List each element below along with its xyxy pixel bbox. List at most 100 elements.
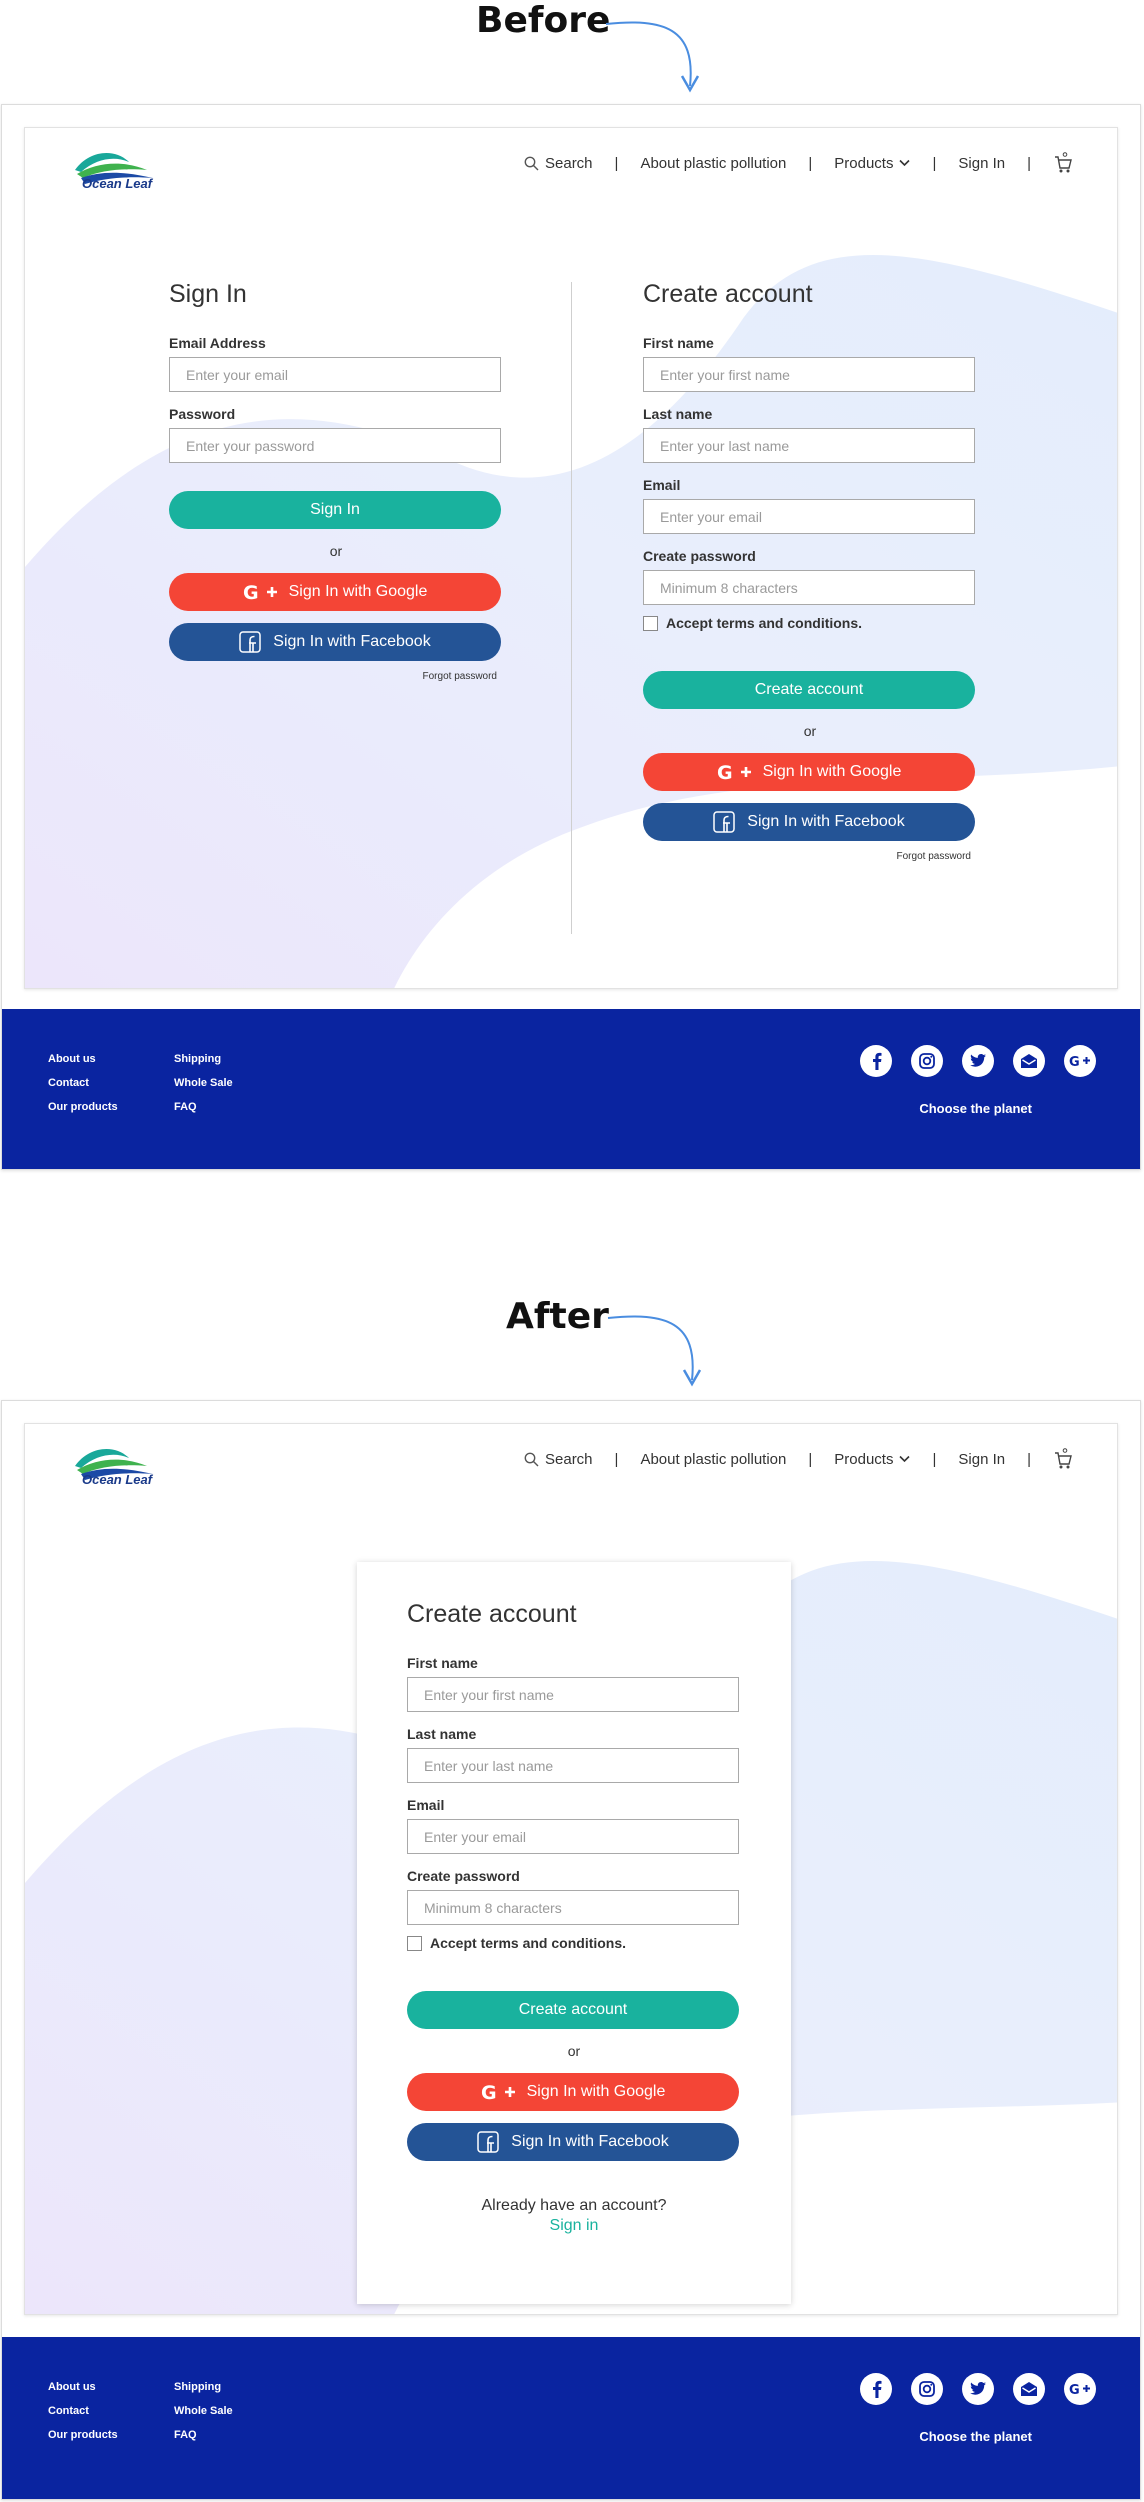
cart-icon xyxy=(1055,1448,1072,1469)
social-links: G xyxy=(860,1045,1096,1077)
terms-row: Accept terms and conditions. xyxy=(407,1935,741,1951)
instagram-icon[interactable] xyxy=(911,1045,943,1077)
or-text: or xyxy=(567,2043,581,2059)
footer-link-about[interactable]: About us xyxy=(48,2375,118,2399)
before-frame: Ocean Leaf Search | About plastic pollut… xyxy=(1,104,1141,1170)
nav-products[interactable]: Products xyxy=(834,1451,911,1468)
google-signin-button[interactable]: G Sign In with Google xyxy=(407,2073,739,2111)
facebook-signin-button[interactable]: Sign In with Facebook xyxy=(407,2123,739,2161)
create-password-label: Create password xyxy=(407,1868,520,1884)
nav-search[interactable]: Search xyxy=(524,1451,593,1468)
footer-tagline: Choose the planet xyxy=(919,1101,1032,1116)
nav-search-label: Search xyxy=(545,1450,593,1468)
facebook-icon xyxy=(239,631,262,653)
nav-signin[interactable]: Sign In xyxy=(958,1451,1005,1468)
twitter-icon[interactable] xyxy=(962,2373,994,2405)
nav-cart[interactable] xyxy=(1053,152,1073,174)
twitter-icon[interactable] xyxy=(962,1045,994,1077)
nav-separator: | xyxy=(614,154,619,172)
facebook-button-label: Sign In with Facebook xyxy=(511,2133,669,2150)
footer-link-faq[interactable]: FAQ xyxy=(174,2423,233,2447)
password-label: Password xyxy=(169,406,236,422)
signin-link[interactable]: Sign in xyxy=(407,2217,741,2235)
footer-link-shipping[interactable]: Shipping xyxy=(174,1047,233,1071)
google-signin-button[interactable]: G Sign In with Google xyxy=(169,573,501,611)
create-account-button-label: Create account xyxy=(754,681,864,698)
signin-form: Sign In Email Address Password Sign In o… xyxy=(169,280,503,682)
create-account-button[interactable]: Create account xyxy=(643,671,975,709)
facebook-signin-button[interactable]: Sign In with Facebook xyxy=(643,803,975,841)
google-signin-button[interactable]: G Sign In with Google xyxy=(643,753,975,791)
instagram-icon[interactable] xyxy=(911,2373,943,2405)
or-text: or xyxy=(329,543,343,559)
nav-signin[interactable]: Sign In xyxy=(958,155,1005,172)
footer-link-shipping[interactable]: Shipping xyxy=(174,2375,233,2399)
after-frame: Ocean Leaf Search | About plastic pollut… xyxy=(1,1400,1141,2500)
email-input[interactable] xyxy=(407,1819,739,1854)
forgot-password-link[interactable]: Forgot password xyxy=(643,851,977,862)
footer-col-2: Shipping Whole Sale FAQ xyxy=(174,2375,233,2447)
create-password-input[interactable] xyxy=(643,570,975,605)
nav-signin-label: Sign In xyxy=(958,1450,1006,1468)
nav-about[interactable]: About plastic pollution xyxy=(640,1451,786,1468)
signin-email-input[interactable] xyxy=(169,357,501,392)
first-name-input[interactable] xyxy=(407,1677,739,1712)
terms-checkbox[interactable] xyxy=(407,1935,422,1951)
nav-about[interactable]: About plastic pollution xyxy=(640,155,786,172)
create-password-input[interactable] xyxy=(407,1890,739,1925)
footer-link-faq[interactable]: FAQ xyxy=(174,1095,233,1119)
last-name-input[interactable] xyxy=(643,428,975,463)
terms-row: Accept terms and conditions. xyxy=(643,615,977,631)
footer-link-products[interactable]: Our products xyxy=(48,2423,118,2447)
google-button-label: Sign In with Google xyxy=(762,763,902,780)
email-input[interactable] xyxy=(643,499,975,534)
footer-link-products[interactable]: Our products xyxy=(48,1095,118,1119)
after-page: Ocean Leaf Search | About plastic pollut… xyxy=(24,1423,1118,2315)
footer-link-about[interactable]: About us xyxy=(48,1047,118,1071)
facebook-icon[interactable] xyxy=(860,2373,892,2405)
email-label: Email xyxy=(407,1797,445,1813)
nav-separator: | xyxy=(808,154,813,172)
create-account-form: Create account First name Last name Emai… xyxy=(643,280,977,862)
svg-text:G: G xyxy=(481,2082,497,2102)
first-name-input[interactable] xyxy=(643,357,975,392)
create-account-title: Create account xyxy=(643,280,813,308)
footer-link-wholesale[interactable]: Whole Sale xyxy=(174,1071,233,1095)
facebook-signin-button[interactable]: Sign In with Facebook xyxy=(169,623,501,661)
nav-products[interactable]: Products xyxy=(834,155,911,172)
footer-col-1: About us Contact Our products xyxy=(48,1047,118,1119)
signin-password-input[interactable] xyxy=(169,428,501,463)
nav-search[interactable]: Search xyxy=(524,155,593,172)
nav-separator: | xyxy=(932,1450,937,1468)
nav-separator: | xyxy=(932,154,937,172)
nav-cart[interactable] xyxy=(1053,1448,1073,1470)
terms-checkbox[interactable] xyxy=(643,615,658,631)
create-account-form: Create account First name Last name Emai… xyxy=(407,1600,741,2235)
google-button-label: Sign In with Google xyxy=(526,2083,666,2100)
facebook-icon[interactable] xyxy=(860,1045,892,1077)
footer-link-wholesale[interactable]: Whole Sale xyxy=(174,2399,233,2423)
footer-link-contact[interactable]: Contact xyxy=(48,1071,118,1095)
email-icon[interactable] xyxy=(1013,1045,1045,1077)
before-label: Before xyxy=(476,0,611,41)
footer-link-contact[interactable]: Contact xyxy=(48,2399,118,2423)
facebook-icon xyxy=(713,811,736,833)
email-label: Email xyxy=(643,477,681,493)
footer: About us Contact Our products Shipping W… xyxy=(2,2337,1140,2499)
nav-about-label: About plastic pollution xyxy=(640,1450,787,1468)
first-name-label: First name xyxy=(643,335,714,351)
last-name-input[interactable] xyxy=(407,1748,739,1783)
footer-col-1: About us Contact Our products xyxy=(48,2375,118,2447)
nav-separator: | xyxy=(1027,1450,1031,1468)
signin-button[interactable]: Sign In xyxy=(169,491,501,529)
email-icon[interactable] xyxy=(1013,2373,1045,2405)
google-plus-icon[interactable]: G xyxy=(1064,1045,1096,1077)
nav-search-label: Search xyxy=(545,154,593,172)
top-nav: Search | About plastic pollution | Produ… xyxy=(524,1448,1073,1470)
forgot-password-link[interactable]: Forgot password xyxy=(169,671,503,682)
nav-signin-label: Sign In xyxy=(958,154,1006,172)
search-icon xyxy=(524,1452,539,1466)
google-plus-icon[interactable]: G xyxy=(1064,2373,1096,2405)
create-account-button[interactable]: Create account xyxy=(407,1991,739,2029)
create-account-title: Create account xyxy=(407,1600,577,1628)
